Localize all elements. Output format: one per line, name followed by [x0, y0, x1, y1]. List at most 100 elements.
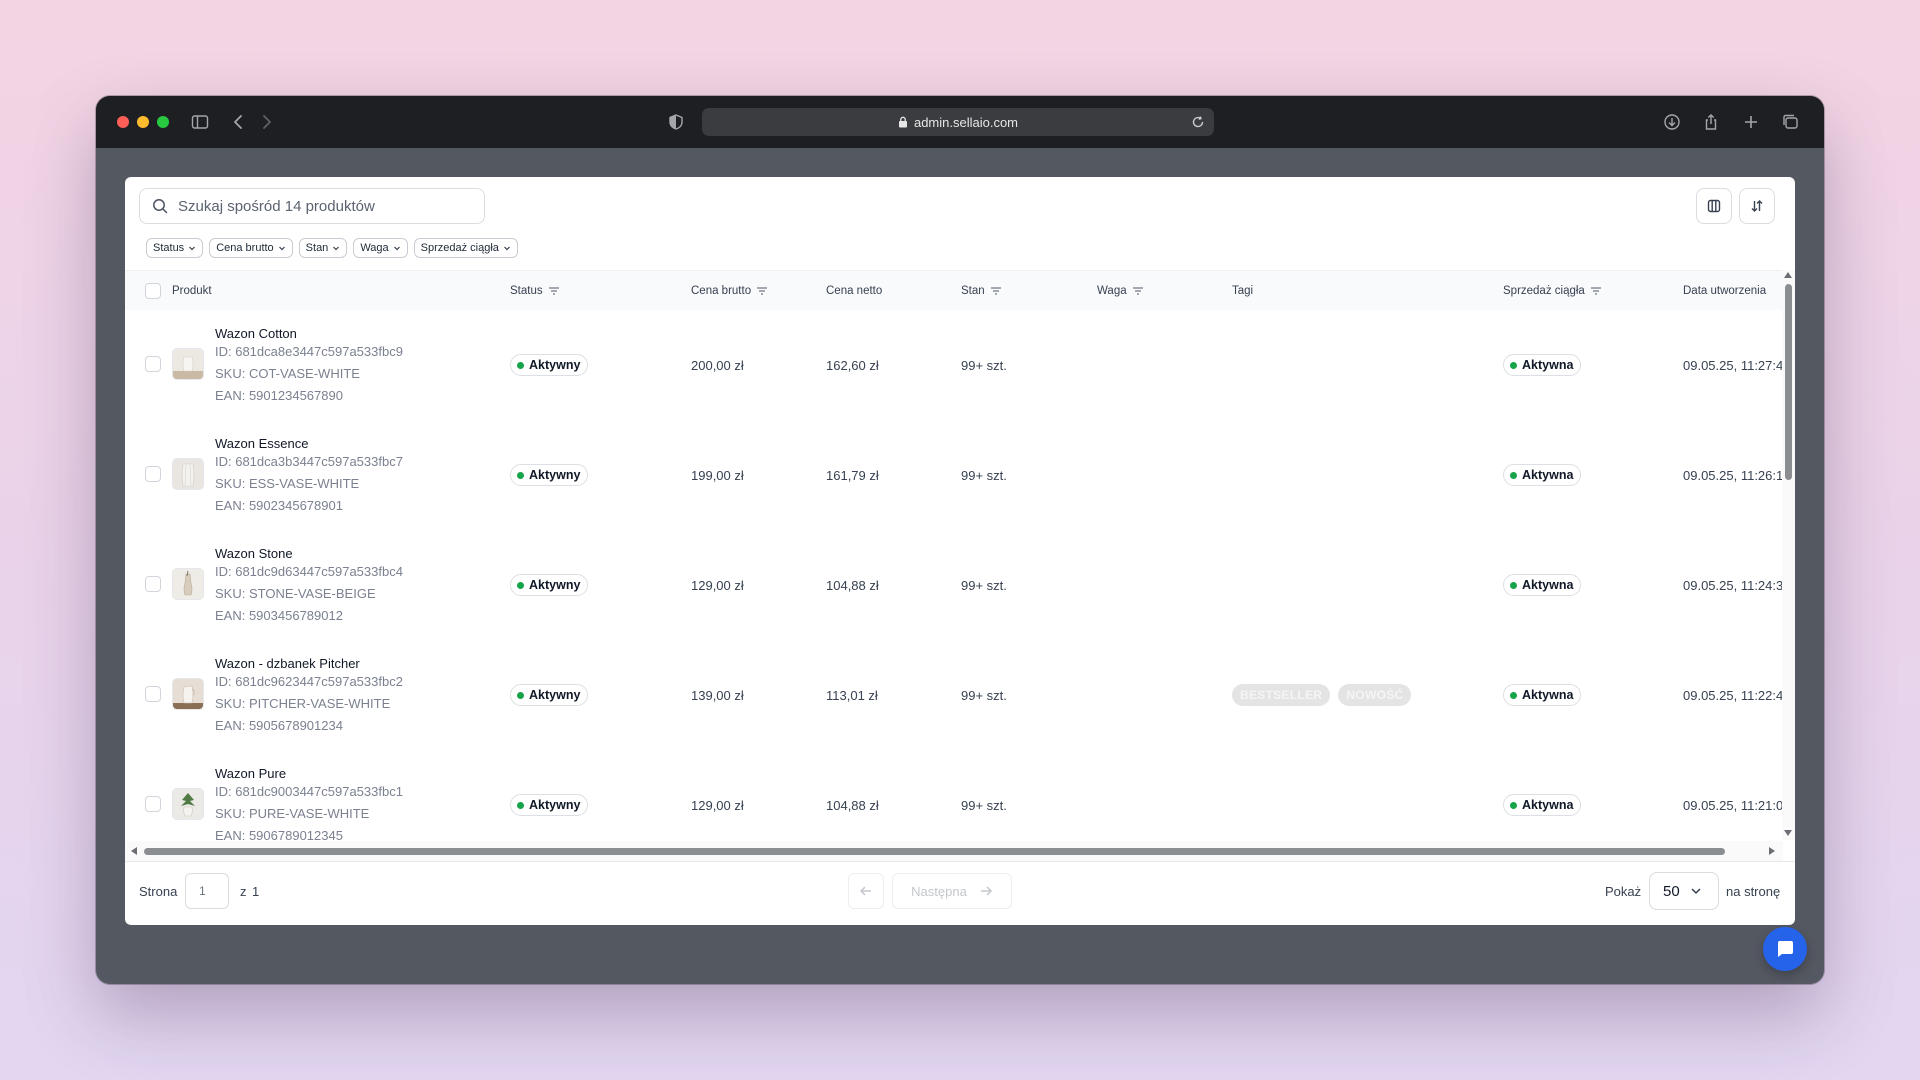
table-row[interactable]: Wazon Stone ID: 681dc9d63447c597a533fbc4…	[125, 530, 1783, 641]
scroll-left-arrow-icon[interactable]	[131, 847, 137, 855]
product-name[interactable]: Wazon Pure	[215, 766, 286, 781]
reload-icon[interactable]	[1190, 114, 1206, 130]
address-bar[interactable]: admin.sellaio.com	[702, 108, 1214, 136]
scroll-down-arrow-icon[interactable]	[1784, 830, 1792, 836]
sort-icon	[1751, 200, 1763, 212]
scroll-right-arrow-icon[interactable]	[1769, 847, 1775, 855]
forward-icon[interactable]	[254, 110, 278, 134]
maximize-window-button[interactable]	[157, 116, 169, 128]
column-header-continuous-sale[interactable]: Sprzedaż ciągła	[1503, 271, 1602, 311]
vertical-scroll-thumb[interactable]	[1785, 284, 1792, 480]
status-label: Aktywna	[1522, 688, 1574, 702]
horizontal-scroll-thumb[interactable]	[144, 848, 1725, 855]
close-window-button[interactable]	[117, 116, 129, 128]
tab-overview-icon[interactable]	[1778, 110, 1802, 134]
product-id: ID: 681dca3b3447c597a533fbc7	[215, 454, 403, 469]
column-header-product[interactable]: Produkt	[172, 271, 212, 311]
column-label: Sprzedaż ciągła	[1503, 285, 1585, 297]
product-name[interactable]: Wazon Essence	[215, 436, 308, 451]
vertical-scrollbar[interactable]	[1782, 270, 1795, 840]
filter-weight[interactable]: Waga	[353, 238, 408, 258]
status-dot	[1510, 361, 1517, 369]
per-page-select[interactable]: 50	[1649, 872, 1719, 910]
horizontal-scrollbar[interactable]	[125, 841, 1783, 861]
continuous-sale-badge: Aktywna	[1503, 354, 1582, 376]
status-label: Aktywny	[529, 798, 581, 812]
sidebar-toggle-icon[interactable]	[188, 110, 212, 134]
show-label: Pokaż	[1605, 884, 1642, 899]
column-label: Data utworzenia	[1683, 285, 1767, 297]
page-number-input[interactable]: 1	[185, 873, 229, 909]
product-name[interactable]: Wazon Stone	[215, 546, 293, 561]
pagination-footer: Strona 1 z 1 Następna Pokaż 50 na stronę	[125, 861, 1795, 925]
filter-continuous-sale[interactable]: Sprzedaż ciągła	[413, 238, 518, 258]
search-box[interactable]	[139, 188, 485, 224]
column-label: Cena netto	[826, 285, 883, 297]
created-date: 09.05.25, 11:26:1	[1683, 467, 1783, 483]
columns-button[interactable]	[1696, 188, 1732, 224]
filter-stock[interactable]: Stan	[298, 238, 348, 258]
status-badge: Aktywny	[510, 464, 589, 486]
product-name[interactable]: Wazon Cotton	[215, 326, 297, 341]
downloads-icon[interactable]	[1660, 110, 1684, 134]
sort-button[interactable]	[1739, 188, 1775, 224]
table-row[interactable]: Wazon - dzbanek Pitcher ID: 681dc9623447…	[125, 640, 1783, 751]
table-row[interactable]: Wazon Cotton ID: 681dca8e3447c597a533fbc…	[125, 310, 1783, 421]
next-page-button[interactable]: Następna	[892, 873, 1012, 909]
column-header-tags[interactable]: Tagi	[1232, 271, 1253, 311]
product-thumbnail	[172, 678, 204, 710]
product-sku: SKU: ESS-VASE-WHITE	[215, 476, 360, 491]
table-row[interactable]: Wazon Essence ID: 681dca3b3447c597a533fb…	[125, 420, 1783, 531]
status-badge: Aktywny	[510, 574, 589, 596]
previous-page-button[interactable]	[848, 873, 884, 909]
stock-value: 99+ szt.	[961, 687, 1007, 703]
select-all-checkbox[interactable]	[145, 283, 161, 299]
filter-status[interactable]: Status	[146, 238, 204, 258]
minimize-window-button[interactable]	[137, 116, 149, 128]
row-checkbox[interactable]	[145, 466, 161, 482]
lock-icon	[898, 116, 907, 128]
new-tab-icon[interactable]	[1739, 110, 1763, 134]
share-icon[interactable]	[1699, 110, 1723, 134]
product-sku: SKU: COT-VASE-WHITE	[215, 366, 360, 381]
chat-icon	[1777, 941, 1793, 957]
browser-titlebar: admin.sellaio.com	[96, 96, 1824, 148]
column-header-status[interactable]: Status	[510, 271, 560, 311]
status-dot	[517, 691, 524, 699]
back-icon[interactable]	[227, 110, 251, 134]
arrow-left-icon	[859, 886, 871, 896]
created-date: 09.05.25, 11:24:3	[1683, 577, 1783, 593]
product-sku: SKU: PURE-VASE-WHITE	[215, 806, 370, 821]
column-header-stock[interactable]: Stan	[961, 271, 1002, 311]
gross-price: 200,00 zł	[691, 357, 744, 373]
status-dot	[1510, 691, 1517, 699]
row-checkbox[interactable]	[145, 576, 161, 592]
continuous-sale-badge: Aktywna	[1503, 574, 1582, 596]
chat-support-button[interactable]	[1763, 927, 1807, 971]
column-label: Cena brutto	[691, 285, 752, 297]
product-name[interactable]: Wazon - dzbanek Pitcher	[215, 656, 360, 671]
stock-value: 99+ szt.	[961, 577, 1007, 593]
column-label: Waga	[1097, 285, 1127, 297]
filter-gross-price[interactable]: Cena brutto	[209, 238, 293, 258]
status-label: Aktywny	[529, 578, 581, 592]
columns-icon	[1707, 199, 1721, 213]
column-header-gross-price[interactable]: Cena brutto	[691, 271, 768, 311]
product-id: ID: 681dca8e3447c597a533fbc9	[215, 344, 403, 359]
search-icon	[153, 199, 168, 214]
scroll-up-arrow-icon[interactable]	[1784, 272, 1792, 278]
column-header-net-price[interactable]: Cena netto	[826, 271, 882, 311]
status-badge: Aktywny	[510, 684, 589, 706]
row-checkbox[interactable]	[145, 686, 161, 702]
status-badge: Aktywny	[510, 354, 589, 376]
row-checkbox[interactable]	[145, 796, 161, 812]
column-header-created-date[interactable]: Data utworzenia	[1683, 271, 1766, 311]
filter-label: Cena brutto	[216, 242, 274, 254]
table-header: Produkt Status Cena brutto Cena netto St…	[125, 270, 1783, 312]
status-dot	[1510, 581, 1517, 589]
privacy-shield-icon[interactable]	[664, 110, 688, 134]
row-checkbox[interactable]	[145, 356, 161, 372]
search-input[interactable]	[176, 196, 470, 216]
status-dot	[517, 581, 524, 589]
column-header-weight[interactable]: Waga	[1097, 271, 1144, 311]
